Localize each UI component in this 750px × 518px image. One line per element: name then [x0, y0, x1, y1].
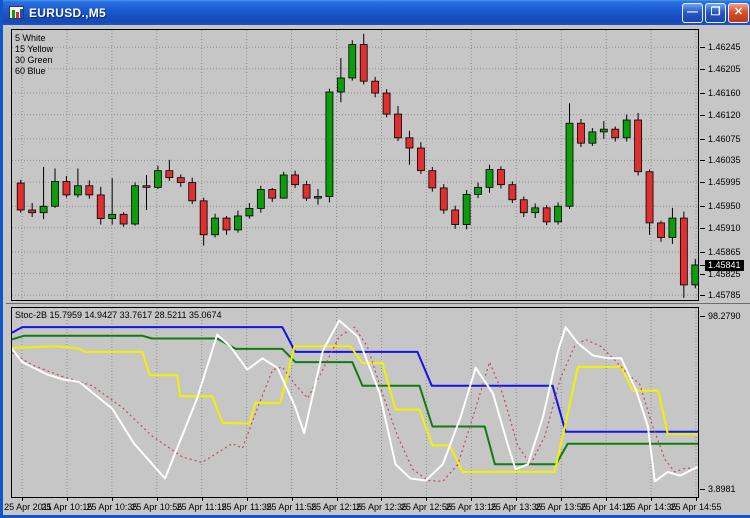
time-tick [561, 498, 562, 501]
axis-tick [700, 316, 705, 317]
current-price-tag: 1.45841 [705, 260, 744, 271]
price-axis-label: 1.45865 [708, 247, 741, 257]
chart-window: EURUSD.,M5 — ❐ ✕ 5 White 15 Yellow 30 Gr… [0, 0, 750, 518]
time-tick [696, 498, 697, 501]
time-axis-label: 25 Apr 11:55 [266, 502, 316, 512]
axis-tick [700, 489, 705, 490]
indicator-axis-low: 3.8981 [708, 484, 736, 494]
price-axis-label: 1.46205 [708, 64, 741, 74]
time-tick [471, 498, 472, 501]
time-axis-label: 25 Apr 10:55 [131, 502, 182, 512]
time-tick [381, 498, 382, 501]
stochastic-chart [12, 308, 698, 497]
maximize-button[interactable]: ❐ [705, 3, 726, 23]
time-tick [202, 498, 203, 501]
chart-window-icon [9, 6, 24, 19]
axis-tick [700, 252, 705, 253]
time-axis-label: 25 Apr 13:35 [491, 502, 542, 512]
price-axis-label: 1.46035 [708, 155, 741, 165]
axis-tick [700, 228, 705, 229]
price-axis-label: 1.46245 [708, 42, 741, 52]
indicator-values-label: Stoc-2B 15.7959 14.9427 33.7617 28.5211 … [15, 310, 222, 320]
title-bar[interactable]: EURUSD.,M5 — ❐ ✕ [3, 0, 750, 25]
indicator-axis-high: 98.2790 [708, 311, 741, 321]
axis-tick [700, 69, 705, 70]
time-tick [22, 498, 23, 501]
time-tick [157, 498, 158, 501]
time-tick [247, 498, 248, 501]
price-axis-label: 1.45910 [708, 223, 741, 233]
axis-tick [700, 93, 705, 94]
time-axis-label: 25 Apr 10:15 [41, 502, 92, 512]
close-button[interactable]: ✕ [728, 3, 749, 23]
chart-client-area: 5 White 15 Yellow 30 Green 60 Blue Stoc-… [6, 25, 750, 515]
legend-line-green: 30 Green [15, 55, 53, 66]
axis-tick [700, 206, 705, 207]
time-axis-label: 25 Apr 12:55 [401, 502, 452, 512]
time-tick [337, 498, 338, 501]
time-axis-label: 25 Apr 11:15 [177, 502, 227, 512]
price-axis-label: 1.45785 [708, 290, 741, 300]
axis-tick [700, 139, 705, 140]
legend-line-blue: 60 Blue [15, 66, 53, 77]
time-axis-label: 25 Apr 14:15 [581, 502, 632, 512]
price-axis-label: 1.46075 [708, 134, 741, 144]
time-tick [606, 498, 607, 501]
price-axis[interactable]: 1.46245 1.46205 1.46160 1.46120 1.46075 1.460… [700, 25, 750, 515]
legend-line-yellow: 15 Yellow [15, 44, 53, 55]
price-axis-label: 1.46160 [708, 88, 741, 98]
time-axis-label: 25 Apr 14:35 [626, 502, 677, 512]
legend-line-white: 5 White [15, 33, 53, 44]
time-axis-label: 25 Apr 14:55 [670, 502, 721, 512]
price-axis-label: 1.46120 [708, 110, 741, 120]
axis-tick [700, 115, 705, 116]
indicator-plot[interactable] [11, 307, 699, 498]
time-axis[interactable]: 25 Apr 201125 Apr 10:1525 Apr 10:3525 Ap… [6, 498, 750, 515]
time-axis-label: 25 Apr 13:55 [536, 502, 587, 512]
minimize-button[interactable]: — [682, 3, 703, 23]
ma-period-legend: 5 White 15 Yellow 30 Green 60 Blue [15, 33, 53, 77]
time-tick [651, 498, 652, 501]
axis-tick [700, 295, 705, 296]
time-axis-label: 25 Apr 10:35 [86, 502, 137, 512]
time-axis-label: 25 Apr 12:15 [311, 502, 362, 512]
time-axis-label: 25 Apr 12:35 [356, 502, 407, 512]
time-tick [112, 498, 113, 501]
time-tick [426, 498, 427, 501]
time-tick [67, 498, 68, 501]
candlestick-chart [12, 30, 698, 300]
time-tick [292, 498, 293, 501]
time-axis-label: 25 Apr 13:15 [446, 502, 497, 512]
panel-divider[interactable] [6, 303, 750, 304]
axis-tick [700, 182, 705, 183]
price-axis-label: 1.45995 [708, 177, 741, 187]
main-chart-plot[interactable] [11, 29, 699, 301]
axis-tick [700, 160, 705, 161]
time-tick [516, 498, 517, 501]
time-axis-label: 25 Apr 11:35 [221, 502, 271, 512]
axis-tick [700, 274, 705, 275]
price-axis-label: 1.45950 [708, 201, 741, 211]
window-title: EURUSD.,M5 [29, 6, 680, 20]
axis-tick [700, 47, 705, 48]
